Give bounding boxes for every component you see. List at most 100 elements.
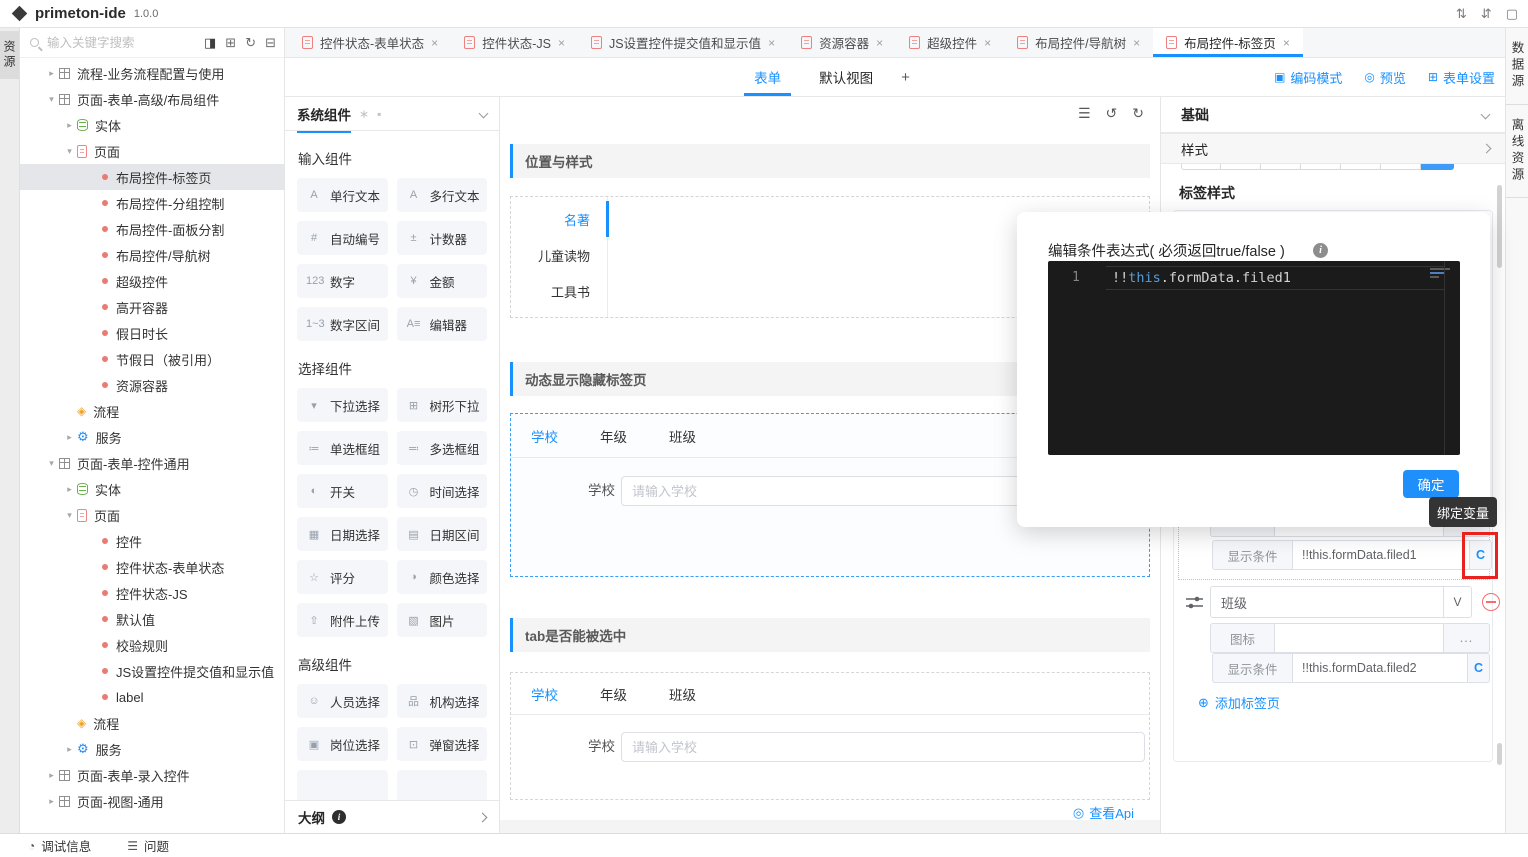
close-icon[interactable]: ×	[984, 36, 991, 50]
palette-item[interactable]: A≡ 编辑器	[397, 307, 488, 341]
view-tab[interactable]: 默认视图	[815, 58, 877, 96]
tree-item[interactable]: 流程	[20, 398, 284, 424]
tree-item[interactable]: 超级控件	[20, 268, 284, 294]
tree-item[interactable]: 页面-视图-通用	[20, 788, 284, 814]
tree-item[interactable]: 布局控件-标签页	[20, 164, 284, 190]
section-header[interactable]: tab是否能被选中	[510, 618, 1150, 652]
tree-caret-icon[interactable]	[44, 770, 59, 781]
tree-caret-icon[interactable]	[62, 510, 77, 521]
header-action-button[interactable]: ▣ 编码模式	[1274, 68, 1342, 87]
tree-caret-icon[interactable]	[44, 68, 59, 79]
tree-item[interactable]: 页面	[20, 502, 284, 528]
section-header[interactable]: 位置与样式	[510, 144, 1150, 178]
form-tab[interactable]: 年级	[600, 684, 627, 704]
palette-item[interactable]: ¥ 金额	[397, 264, 488, 298]
editor-tab[interactable]: 布局控件-标签页 ×	[1153, 28, 1303, 57]
confirm-button[interactable]: 确定	[1403, 470, 1459, 498]
add-view-button[interactable]: +	[901, 69, 910, 86]
titlebar-icon[interactable]: ▢	[1506, 6, 1518, 22]
vertical-tab[interactable]: 工具书	[511, 273, 609, 309]
add-tab-link[interactable]: 添加标签页	[1198, 693, 1280, 712]
header-action-button[interactable]: ◎ 预览	[1364, 68, 1406, 87]
palette-item[interactable]: ≔ 单选框组	[297, 431, 388, 465]
palette-tab-system[interactable]: 系统组件	[297, 104, 351, 124]
titlebar-icon[interactable]: ⇵	[1481, 6, 1492, 22]
close-icon[interactable]: ×	[558, 36, 565, 50]
resources-strip-tab[interactable]: 资源	[0, 31, 19, 79]
close-icon[interactable]: ×	[768, 36, 775, 50]
palette-item[interactable]: ▤ 日期区间	[397, 517, 488, 551]
form-tab[interactable]: 班级	[669, 684, 696, 704]
canvas-toolbar-icon[interactable]: ↻	[1132, 105, 1144, 122]
sidebar-toolbar-icon[interactable]: ⊞	[225, 35, 236, 51]
palette-item[interactable]: # 自动编号	[297, 221, 388, 255]
editor-tab[interactable]: JS设置控件提交值和显示值 ×	[578, 28, 788, 57]
tree-caret-icon[interactable]	[44, 796, 59, 807]
tree-caret-icon[interactable]	[62, 146, 77, 157]
palette-item[interactable]: A 多行文本	[397, 178, 488, 212]
form-tab[interactable]: 班级	[669, 426, 696, 446]
tree-item[interactable]: 页面-表单-录入控件	[20, 762, 284, 788]
vertical-tab[interactable]: 儿童读物	[511, 237, 609, 273]
search-input[interactable]	[45, 35, 200, 51]
drag-handle-icon[interactable]	[1186, 595, 1203, 613]
palette-item[interactable]: ▣ 岗位选择	[297, 727, 388, 761]
canvas-toolbar-icon[interactable]: ↺	[1106, 105, 1118, 122]
tree-item[interactable]: 高开容器	[20, 294, 284, 320]
status-bar-item[interactable]: ☰ 问题	[127, 836, 169, 855]
editor-tab[interactable]: 控件状态-表单状态 ×	[289, 28, 451, 57]
tree-item[interactable]: 流程	[20, 710, 284, 736]
canvas-toolbar-icon[interactable]: ☰	[1078, 105, 1091, 122]
tree-item[interactable]: 控件状态-JS	[20, 580, 284, 606]
palette-item[interactable]: ☺ 人员选择	[297, 684, 388, 718]
tree-caret-icon[interactable]	[62, 744, 77, 755]
tree-item[interactable]: 页面	[20, 138, 284, 164]
tree-item[interactable]: 资源容器	[20, 372, 284, 398]
sidebar-toolbar-icon[interactable]: ⊟	[265, 35, 276, 51]
chevron-down-icon[interactable]	[479, 109, 489, 119]
palette-item[interactable]: ⊡ 弹窗选择	[397, 727, 488, 761]
palette-item[interactable]: ± 计数器	[397, 221, 488, 255]
palette-item[interactable]: 1~3 数字区间	[297, 307, 388, 341]
palette-item-clipped[interactable]	[397, 770, 488, 800]
outline-bar[interactable]: 大纲	[285, 800, 499, 833]
tree-item[interactable]: JS设置控件提交值和显示值	[20, 658, 284, 684]
palette-item[interactable]: A 单行文本	[297, 178, 388, 212]
tree-item[interactable]: 服务	[20, 424, 284, 450]
editor-tab[interactable]: 资源容器 ×	[788, 28, 896, 57]
ellipsis-button[interactable]: ...	[1444, 623, 1490, 653]
sidebar-toolbar-icon[interactable]: ◨	[204, 35, 216, 51]
editor-scrollbar[interactable]	[1444, 261, 1445, 455]
scrollbar-thumb[interactable]	[1497, 185, 1502, 268]
tree-caret-icon[interactable]	[62, 484, 77, 495]
tree-caret-icon[interactable]	[44, 94, 59, 105]
right-strip-tab[interactable]: 离线资源	[1506, 105, 1528, 198]
tree-caret-icon[interactable]	[62, 120, 77, 131]
tree-caret-icon[interactable]	[44, 458, 59, 469]
form-tab[interactable]: 学校	[531, 684, 558, 704]
status-bar-item[interactable]: ◔ 调试信息	[28, 836, 91, 855]
palette-item[interactable]: ▦ 日期选择	[297, 517, 388, 551]
collapsed-section[interactable]: 样式	[1161, 133, 1506, 164]
tree-item[interactable]: 校验规则	[20, 632, 284, 658]
palette-item[interactable]: 品 机构选择	[397, 684, 488, 718]
code-edit-button[interactable]: C	[1468, 653, 1490, 683]
tree-item[interactable]: 布局控件-分组控制	[20, 190, 284, 216]
tree-item[interactable]: 默认值	[20, 606, 284, 632]
palette-item-clipped[interactable]	[297, 770, 388, 800]
sidebar-toolbar-icon[interactable]: ↻	[245, 35, 256, 51]
school-input[interactable]	[621, 732, 1145, 762]
tree-item[interactable]: 布局控件/导航树	[20, 242, 284, 268]
tree-item[interactable]: 实体	[20, 476, 284, 502]
palette-item[interactable]: ▾ 下拉选择	[297, 388, 388, 422]
view-tab[interactable]: 表单	[750, 58, 785, 96]
tabs-widget[interactable]: 学校年级班级 学校	[510, 672, 1150, 800]
header-action-button[interactable]: ⊞ 表单设置	[1428, 68, 1495, 87]
chevron-down-icon[interactable]	[1481, 110, 1491, 120]
close-icon[interactable]: ×	[1133, 36, 1140, 50]
palette-item[interactable]: ▧ 图片	[397, 603, 488, 637]
scrollbar-thumb[interactable]	[1497, 743, 1502, 765]
form-tab[interactable]: 年级	[600, 426, 627, 446]
tree-item[interactable]: 假日时长	[20, 320, 284, 346]
palette-item[interactable]: ⇧ 附件上传	[297, 603, 388, 637]
